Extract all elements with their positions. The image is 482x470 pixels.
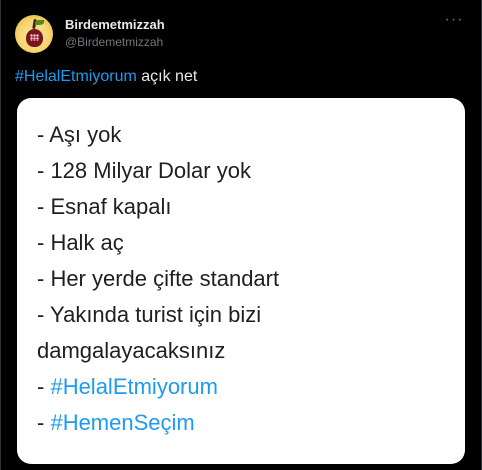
image-text-line: - Yakında turist için bizi [37,302,262,327]
tweet-text-rest: açık net [136,68,198,85]
avatar[interactable] [15,15,53,53]
fig-leaf-shape [35,20,44,25]
image-text-line: - Aşı yok [37,122,122,147]
image-text-line: damgalayacaksınız [37,338,226,363]
tweet-card: Birdemetmizzah @Birdemetmizzah ··· #Hela… [0,0,482,470]
author-names: Birdemetmizzah @Birdemetmizzah [65,17,165,50]
image-text-line: - Esnaf kapalı [37,194,172,219]
image-text-line: - Her yerde çifte standart [37,266,280,291]
image-text-line: - Halk aç [37,230,124,255]
image-hashtag: #HelalEtmiyorum [50,374,218,399]
image-line-dash: - [37,410,51,435]
image-text-block: - Aşı yok - 128 Milyar Dolar yok - Esnaf k… [37,117,457,441]
image-text-line: - #HelalEtmiyorum [37,369,457,405]
tweet-text: #HelalEtmiyorum açık net [15,66,197,88]
tweet-image[interactable]: - Aşı yok - 128 Milyar Dolar yok - Esnaf k… [17,98,465,464]
author-handle[interactable]: @Birdemetmizzah [65,34,165,50]
image-text-line: - #HemenSeçim [37,405,457,441]
fig-seeds-shape [30,34,39,41]
author-display-name[interactable]: Birdemetmizzah [65,17,165,33]
image-hashtag: #HemenSeçim [50,410,195,435]
ellipsis-icon[interactable]: ··· [443,12,465,31]
image-text-line: - 128 Milyar Dolar yok [37,158,251,183]
tweet-header: Birdemetmizzah @Birdemetmizzah ··· [15,12,469,55]
image-line-dash: - [37,374,51,399]
tweet-hashtag-link[interactable]: #HelalEtmiyorum [15,68,137,85]
